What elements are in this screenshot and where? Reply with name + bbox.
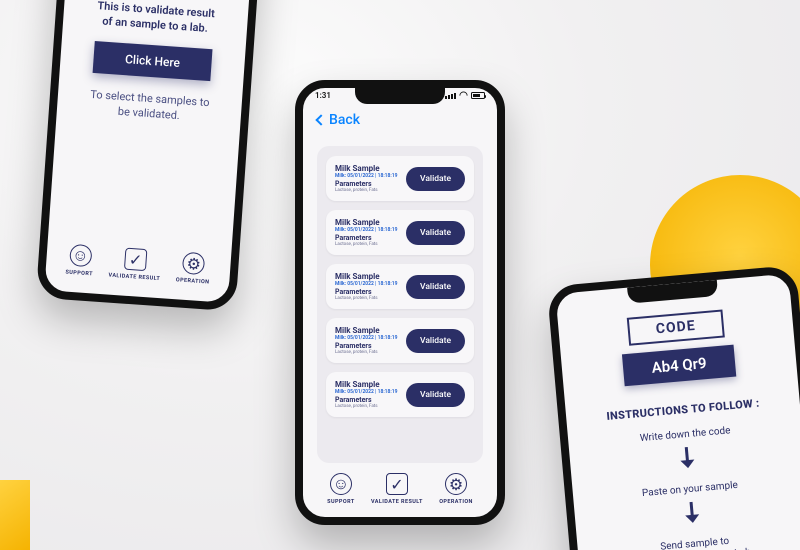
validate-button[interactable]: Validate	[406, 275, 465, 299]
instruction-step-3: Send sample to your nearest Si-Ware Lab	[639, 533, 751, 550]
sample-param-label: Parameters	[335, 234, 397, 242]
tab-label: VALIDATE RESULT	[371, 499, 423, 505]
phone-sample-list: 1:31 Back Milk Sample Milk: 05/01/2022 |…	[295, 80, 505, 525]
back-button[interactable]: Back	[317, 112, 360, 128]
back-label: Back	[329, 112, 360, 128]
gear-icon: ⚙	[445, 473, 467, 495]
sample-text: Milk Sample Milk: 05/01/2022 | 18:18:19 …	[335, 164, 397, 193]
tab-operation[interactable]: ⚙ OPERATION	[176, 251, 212, 285]
phone-validate-intro: This is to validate result of an sample …	[36, 0, 264, 311]
tab-validate-result[interactable]: ✓ VALIDATE RESULT	[371, 473, 423, 505]
tab-label: SUPPORT	[65, 270, 93, 278]
sample-meta: Milk: 05/01/2022 | 18:18:19	[335, 227, 397, 233]
instruction-step-2: Paste on your sample	[642, 479, 739, 500]
sample-param-value: Lactose, protein, Fats	[335, 242, 397, 247]
intro-caption: To select the samples to be validated.	[89, 87, 210, 126]
caption-line1: To select the samples to	[90, 88, 210, 109]
sample-card: Milk Sample Milk: 05/01/2022 | 18:18:19 …	[326, 156, 474, 201]
code-label-box: CODE	[627, 309, 725, 345]
sample-title: Milk Sample	[335, 272, 397, 281]
tab-operation[interactable]: ⚙ OPERATION	[439, 473, 473, 505]
click-here-button[interactable]: Click Here	[92, 41, 213, 81]
sample-meta: Milk: 05/01/2022 | 18:18:19	[335, 335, 397, 341]
sample-param-label: Parameters	[335, 288, 397, 296]
validate-button[interactable]: Validate	[406, 383, 465, 407]
phone-instructions: CODE Ab4 Qr9 INSTRUCTIONS TO FOLLOW : Wr…	[547, 265, 800, 550]
tab-label: VALIDATE RESULT	[108, 273, 160, 283]
sample-text: Milk Sample Milk: 05/01/2022 | 18:18:19 …	[335, 272, 397, 301]
arrow-down-icon	[679, 447, 695, 472]
sample-param-value: Lactose, protein, Fats	[335, 188, 397, 193]
clipboard-icon: ✓	[386, 473, 408, 495]
tab-support[interactable]: ☺ SUPPORT	[65, 244, 95, 278]
decorative-edge	[0, 480, 30, 550]
battery-icon	[471, 92, 485, 99]
arrow-down-icon	[684, 501, 700, 526]
instructions-heading: INSTRUCTIONS TO FOLLOW :	[606, 397, 760, 423]
sample-param-label: Parameters	[335, 396, 397, 404]
screen: CODE Ab4 Qr9 INSTRUCTIONS TO FOLLOW : Wr…	[555, 274, 800, 550]
caption-line2: be validated.	[117, 105, 180, 122]
sample-meta: Milk: 05/01/2022 | 18:18:19	[335, 389, 397, 395]
sample-meta: Milk: 05/01/2022 | 18:18:19	[335, 281, 397, 287]
sample-title: Milk Sample	[335, 218, 397, 227]
sample-meta: Milk: 05/01/2022 | 18:18:19	[335, 173, 397, 179]
signal-icon	[445, 93, 456, 99]
sample-list[interactable]: Milk Sample Milk: 05/01/2022 | 18:18:19 …	[317, 146, 483, 463]
status-time: 1:31	[315, 91, 331, 100]
sample-text: Milk Sample Milk: 05/01/2022 | 18:18:19 …	[335, 326, 397, 355]
headset-icon: ☺	[69, 244, 92, 267]
tab-label: OPERATION	[176, 277, 210, 285]
chevron-left-icon	[315, 114, 326, 125]
intro-message: This is to validate result of an sample …	[96, 0, 215, 37]
tab-bar: ☺ SUPPORT ✓ VALIDATE RESULT ⚙ OPERATION	[45, 242, 231, 293]
status-bar: 1:31	[315, 91, 485, 100]
validate-button[interactable]: Validate	[406, 221, 465, 245]
validate-button[interactable]: Validate	[406, 167, 465, 191]
sample-param-label: Parameters	[335, 342, 397, 350]
tab-label: SUPPORT	[327, 499, 354, 505]
sample-text: Milk Sample Milk: 05/01/2022 | 18:18:19 …	[335, 380, 397, 409]
gear-icon: ⚙	[182, 252, 205, 275]
clipboard-icon: ✓	[124, 248, 147, 271]
sample-text: Milk Sample Milk: 05/01/2022 | 18:18:19 …	[335, 218, 397, 247]
sample-title: Milk Sample	[335, 164, 397, 173]
step3-line1: Send sample to	[660, 536, 730, 550]
status-icons	[445, 91, 485, 100]
tab-support[interactable]: ☺ SUPPORT	[327, 473, 354, 505]
sample-param-label: Parameters	[335, 180, 397, 188]
sample-card: Milk Sample Milk: 05/01/2022 | 18:18:19 …	[326, 264, 474, 309]
sample-card: Milk Sample Milk: 05/01/2022 | 18:18:19 …	[326, 372, 474, 417]
tab-bar: ☺ SUPPORT ✓ VALIDATE RESULT ⚙ OPERATION	[303, 473, 497, 511]
sample-param-value: Lactose, protein, Fats	[335, 350, 397, 355]
wifi-icon	[459, 91, 468, 100]
instruction-step-1: Write down the code	[639, 424, 731, 445]
sample-title: Milk Sample	[335, 380, 397, 389]
code-value: Ab4 Qr9	[622, 345, 735, 387]
stage: This is to validate result of an sample …	[0, 0, 800, 550]
sample-card: Milk Sample Milk: 05/01/2022 | 18:18:19 …	[326, 318, 474, 363]
headset-icon: ☺	[330, 473, 352, 495]
sample-card: Milk Sample Milk: 05/01/2022 | 18:18:19 …	[326, 210, 474, 255]
sample-title: Milk Sample	[335, 326, 397, 335]
screen: This is to validate result of an sample …	[44, 0, 255, 303]
sample-param-value: Lactose, protein, Fats	[335, 296, 397, 301]
tab-label: OPERATION	[439, 499, 473, 505]
validate-button[interactable]: Validate	[406, 329, 465, 353]
tab-validate-result[interactable]: ✓ VALIDATE RESULT	[108, 247, 162, 283]
sample-param-value: Lactose, protein, Fats	[335, 404, 397, 409]
